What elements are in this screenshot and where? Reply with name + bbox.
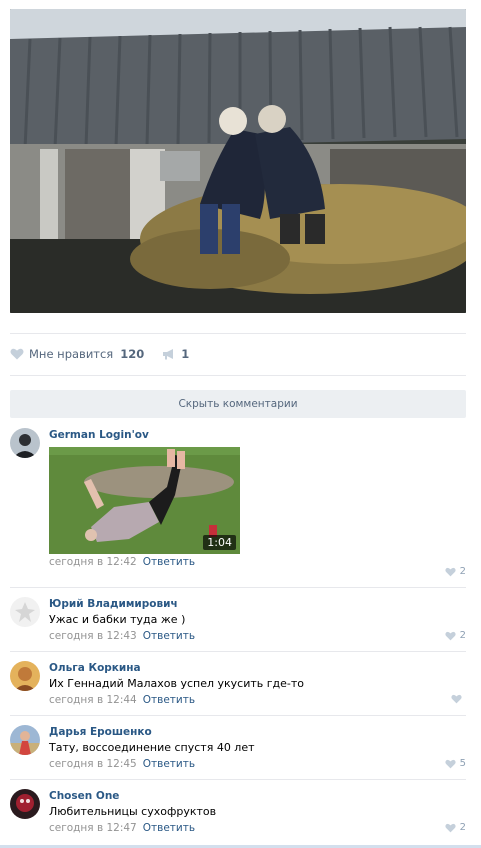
avatar-image (10, 428, 40, 458)
divider (10, 333, 466, 334)
reply-link[interactable]: Ответить (143, 556, 195, 568)
comment-text: Ужас и бабки туда же ) (49, 613, 186, 626)
reply-link[interactable]: Ответить (143, 822, 195, 834)
megaphone-icon (163, 349, 174, 360)
comment: Юрий Владимирович Ужас и бабки туда же )… (10, 597, 466, 647)
reply-link[interactable]: Ответить (143, 694, 195, 706)
comment: Chosen One Любительницы сухофруктов сего… (10, 789, 466, 839)
avatar[interactable] (10, 428, 40, 458)
avatar-image (10, 597, 40, 627)
heart-icon (10, 348, 24, 360)
avatar[interactable] (10, 597, 40, 627)
heart-icon (445, 759, 456, 768)
comment-like-button[interactable]: 2 (445, 822, 466, 833)
comment-author[interactable]: Юрий Владимирович (49, 597, 466, 611)
comment-like-count: 2 (459, 566, 466, 577)
comment-time[interactable]: сегодня в 12:42 (49, 556, 137, 568)
comment-author[interactable]: Ольга Коркина (49, 661, 466, 675)
heart-icon (445, 567, 456, 576)
post-photo-image (10, 9, 466, 313)
avatar[interactable] (10, 725, 40, 755)
avatar[interactable] (10, 661, 40, 691)
comment-meta: сегодня в 12:45 Ответить (49, 757, 466, 771)
hide-comments-button[interactable]: Скрыть комментарии (10, 390, 466, 418)
comment-text: Тату, воссоединение спустя 40 лет (49, 741, 255, 754)
divider (10, 587, 466, 588)
comment-time[interactable]: сегодня в 12:47 (49, 822, 137, 834)
avatar-image (10, 725, 40, 755)
avatar[interactable] (10, 789, 40, 819)
like-button[interactable]: Мне нравится 120 (10, 347, 144, 361)
comment-meta: сегодня в 12:47 Ответить (49, 821, 466, 835)
comment: Дарья Ерошенко Тату, воссоединение спуст… (10, 725, 466, 775)
comment-like-count: 5 (459, 758, 466, 769)
reply-link[interactable]: Ответить (143, 630, 195, 642)
comment-author[interactable]: Дарья Ерошенко (49, 725, 466, 739)
comment-like-button[interactable] (451, 694, 466, 704)
comment-like-button[interactable]: 2 (445, 566, 466, 577)
like-count: 120 (120, 347, 145, 361)
comment-like-count: 2 (459, 630, 466, 641)
comment-meta: сегодня в 12:43 Ответить (49, 629, 466, 643)
comment-like-button[interactable]: 5 (445, 758, 466, 769)
divider (10, 715, 466, 716)
video-duration: 1:04 (203, 535, 236, 550)
divider (10, 779, 466, 780)
comment-author[interactable]: German Login'ov (49, 428, 466, 442)
comment-like-button[interactable]: 2 (445, 630, 466, 641)
comment-like-count: 2 (459, 822, 466, 833)
comment-time[interactable]: сегодня в 12:44 (49, 694, 137, 706)
divider (10, 651, 466, 652)
avatar-image (10, 789, 40, 819)
like-label: Мне нравится (29, 347, 114, 361)
comment-time[interactable]: сегодня в 12:45 (49, 758, 137, 770)
comment-author[interactable]: Chosen One (49, 789, 466, 803)
comment: German Login'ov 1:04 сегодня в 12:42 Отве… (10, 428, 466, 578)
video-attachment[interactable]: 1:04 (49, 447, 240, 554)
share-count: 1 (181, 347, 190, 361)
comment-text: Их Геннадий Малахов успел укусить где-то (49, 677, 305, 690)
heart-icon (445, 823, 456, 832)
comment: Ольга Коркина Их Геннадий Малахов успел … (10, 661, 466, 711)
post-photo[interactable] (10, 9, 466, 313)
share-button[interactable]: 1 (162, 347, 189, 361)
comment-time[interactable]: сегодня в 12:43 (49, 630, 137, 642)
heart-icon (451, 694, 462, 704)
comment-text: Любительницы сухофруктов (49, 805, 217, 818)
divider (10, 375, 466, 376)
avatar-image (10, 661, 40, 691)
post-actions: Мне нравится 120 1 (10, 342, 189, 366)
comment-meta: сегодня в 12:44 Ответить (49, 693, 466, 707)
reply-link[interactable]: Ответить (143, 758, 195, 770)
comment-meta: сегодня в 12:42 Ответить (49, 555, 466, 569)
heart-icon (445, 631, 456, 640)
